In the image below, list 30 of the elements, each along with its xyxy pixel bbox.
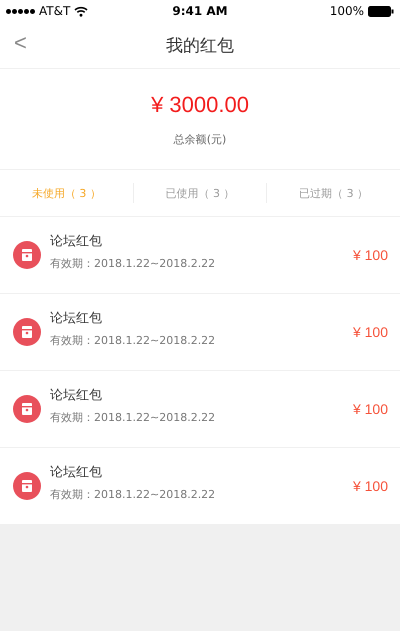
coupon-amount: ¥ 100 [352, 401, 388, 417]
coupon-item[interactable]: 论坛红包 有效期：2018.1.22~2018.2.22 ¥ 100 [0, 294, 400, 371]
page-title: 我的红包 [166, 34, 234, 56]
validity-period: 有效期：2018.1.22~2018.2.22 [50, 410, 216, 424]
coupon-item[interactable]: 论坛红包 有效期：2018.1.22~2018.2.22 ¥ 100 [0, 448, 400, 525]
coupon-item[interactable]: 论坛红包 有效期：2018.1.22~2018.2.22 ¥ 100 [0, 217, 400, 294]
balance-amount: ¥ 3000.00 [151, 92, 249, 118]
coupon-item[interactable]: 论坛红包 有效期：2018.1.22~2018.2.22 ¥ 100 [0, 371, 400, 448]
status-time: 9:41 AM [172, 4, 228, 18]
coupon-title: 论坛红包 [50, 386, 103, 404]
gift-icon [13, 395, 41, 423]
coupon-amount: ¥ 100 [352, 478, 388, 494]
back-button[interactable]: < [8, 30, 33, 56]
gift-icon [13, 472, 41, 500]
battery-icon [368, 6, 394, 16]
coupon-title: 论坛红包 [50, 232, 103, 250]
battery-percentage: 100% [330, 4, 364, 18]
coupon-amount: ¥ 100 [352, 324, 388, 340]
coupon-amount: ¥ 100 [352, 247, 388, 263]
balance-label: 总余额(元) [174, 132, 226, 146]
gift-icon [13, 318, 41, 346]
carrier-name: AT&T [39, 4, 70, 18]
signal-icon [6, 8, 35, 14]
validity-period: 有效期：2018.1.22~2018.2.22 [50, 256, 216, 270]
validity-period: 有效期：2018.1.22~2018.2.22 [50, 332, 216, 348]
validity-period: 有效期：2018.1.22~2018.2.22 [50, 486, 216, 502]
wifi-icon [74, 6, 88, 16]
gift-icon [13, 241, 41, 269]
coupon-title: 论坛红包 [50, 310, 103, 326]
coupon-title: 论坛红包 [50, 464, 103, 480]
